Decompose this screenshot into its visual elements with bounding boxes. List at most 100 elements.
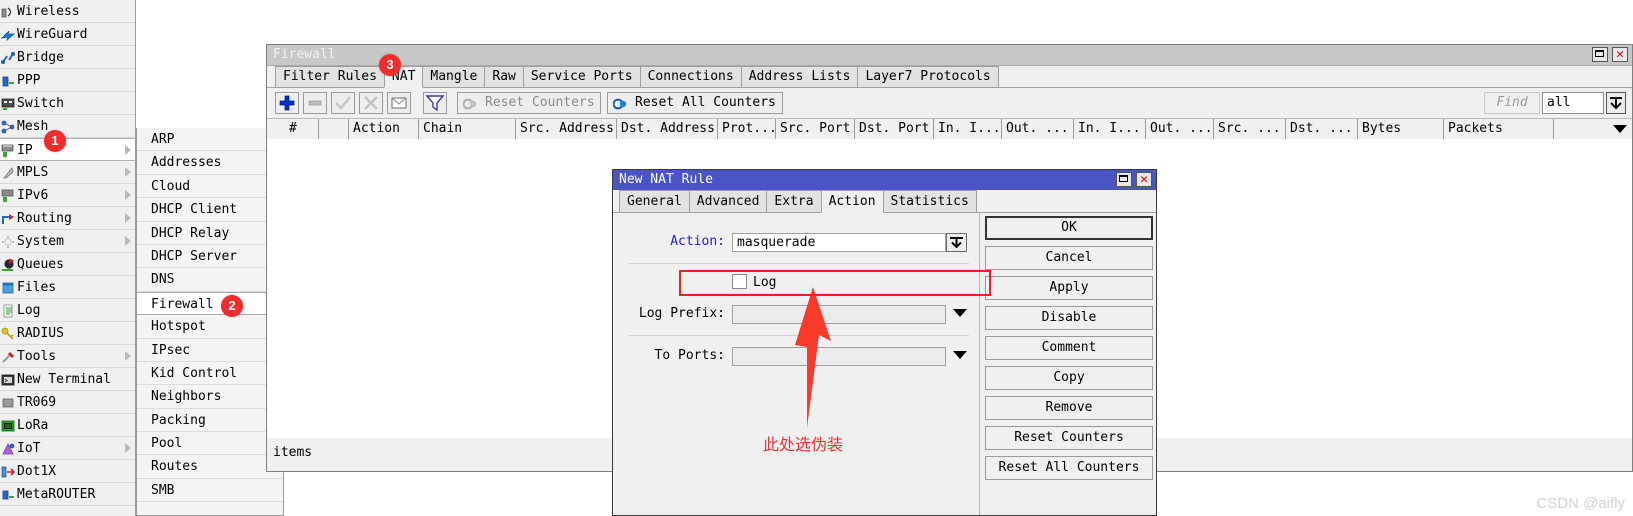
- nat-close-button[interactable]: ✕: [1136, 172, 1152, 187]
- firewall-tab-layer7-protocols[interactable]: Layer7 Protocols: [857, 66, 999, 87]
- column-header[interactable]: Dst. Address: [617, 119, 718, 139]
- firewall-tab-connections[interactable]: Connections: [639, 66, 742, 87]
- nat-tab-statistics[interactable]: Statistics: [882, 190, 977, 212]
- firewall-close-button[interactable]: ✕: [1612, 47, 1628, 62]
- menu-item-radius[interactable]: RADIUS: [0, 322, 135, 345]
- submenu-item-cloud[interactable]: Cloud: [137, 175, 283, 199]
- column-header[interactable]: In. I...: [1074, 119, 1146, 139]
- menu-item-new-terminal[interactable]: New Terminal: [0, 368, 135, 391]
- reset-all-counters-button[interactable]: Reset All Counters: [985, 456, 1153, 480]
- menu-item-ppp[interactable]: PPP: [0, 69, 135, 92]
- column-header[interactable]: Dst. ...: [1286, 119, 1358, 139]
- ok-button[interactable]: OK: [985, 216, 1153, 240]
- log-prefix-dropdown-button[interactable]: [953, 309, 967, 317]
- nat-tab-advanced[interactable]: Advanced: [688, 190, 768, 212]
- menu-item-tr069[interactable]: TR069: [0, 391, 135, 414]
- menu-item-mesh[interactable]: Mesh: [0, 115, 135, 138]
- submenu-item-dhcp-relay[interactable]: DHCP Relay: [137, 222, 283, 245]
- submenu-item-neighbors[interactable]: Neighbors: [137, 385, 283, 409]
- column-header[interactable]: Prot...: [718, 119, 776, 139]
- column-header[interactable]: Dst. Port: [855, 119, 934, 139]
- nat-tab-extra[interactable]: Extra: [766, 190, 822, 212]
- column-header[interactable]: Src. Port: [776, 119, 855, 139]
- log-checkbox[interactable]: [732, 274, 747, 289]
- column-header[interactable]: Bytes: [1358, 119, 1444, 139]
- menu-item-log[interactable]: Log: [0, 299, 135, 322]
- column-header[interactable]: Src. Address: [516, 119, 617, 139]
- action-input[interactable]: masquerade: [732, 233, 946, 252]
- find-input[interactable]: all: [1542, 92, 1604, 114]
- submenu-item-routes[interactable]: Routes: [137, 455, 283, 479]
- submenu-item-dhcp-client[interactable]: DHCP Client: [137, 198, 283, 222]
- column-header[interactable]: Src. ...: [1214, 119, 1286, 139]
- firewall-maximize-button[interactable]: [1592, 47, 1608, 62]
- disable-rule-button[interactable]: [359, 92, 383, 114]
- nat-tab-action[interactable]: Action: [820, 190, 884, 213]
- submenu-item-arp[interactable]: ARP: [137, 128, 283, 152]
- menu-item-iot[interactable]: IoT: [0, 437, 135, 460]
- submenu-item-addresses[interactable]: Addresses: [137, 151, 283, 175]
- firewall-tab-filter-rules[interactable]: Filter Rules: [275, 66, 385, 87]
- add-rule-button[interactable]: [275, 92, 299, 114]
- firewall-tab-service-ports[interactable]: Service Ports: [522, 66, 641, 87]
- menu-item-wireguard[interactable]: WireGuard: [0, 23, 135, 46]
- menu-item-wireless[interactable]: Wireless: [0, 0, 135, 23]
- nat-tab-general[interactable]: General: [619, 190, 690, 212]
- action-dropdown-button[interactable]: [946, 233, 967, 252]
- column-header[interactable]: Action: [349, 119, 419, 139]
- find-filter-dropdown-button[interactable]: [1606, 92, 1626, 114]
- menu-item-routing[interactable]: Routing: [0, 207, 135, 230]
- reset-all-counters-button[interactable]: Reset All Counters: [607, 92, 783, 114]
- column-header[interactable]: Packets: [1444, 119, 1554, 139]
- column-header[interactable]: In. I...: [934, 119, 1002, 139]
- menu-item-queues[interactable]: Queues: [0, 253, 135, 276]
- enable-rule-button[interactable]: [331, 92, 355, 114]
- comment-button[interactable]: Comment: [985, 336, 1153, 360]
- menu-item-ipv6[interactable]: IPv6: [0, 184, 135, 207]
- menu-item-label: TR069: [17, 395, 57, 410]
- to-ports-dropdown-button[interactable]: [953, 351, 967, 359]
- firewall-tab-raw[interactable]: Raw: [484, 66, 524, 87]
- submenu-item-packing[interactable]: Packing: [137, 409, 283, 433]
- column-header[interactable]: [319, 119, 349, 139]
- firewall-tab-address-lists[interactable]: Address Lists: [740, 66, 859, 87]
- menu-item-ip[interactable]: IP: [0, 138, 135, 161]
- remove-button[interactable]: Remove: [985, 396, 1153, 420]
- remove-rule-button[interactable]: [303, 92, 327, 114]
- menu-item-system[interactable]: System: [0, 230, 135, 253]
- menu-item-mpls[interactable]: MPLS: [0, 161, 135, 184]
- submenu-item-firewall[interactable]: Firewall: [137, 291, 283, 316]
- routing-icon: [1, 211, 15, 225]
- comment-button[interactable]: [387, 92, 411, 114]
- column-header[interactable]: #: [285, 119, 319, 139]
- cancel-button[interactable]: Cancel: [985, 246, 1153, 270]
- submenu-item-hotspot[interactable]: Hotspot: [137, 315, 283, 339]
- reset-counters-button[interactable]: Reset Counters: [457, 92, 601, 114]
- submenu-item-ipsec[interactable]: IPsec: [137, 339, 283, 362]
- submenu-arrow-icon: [125, 190, 131, 200]
- column-header[interactable]: Out. ...: [1146, 119, 1214, 139]
- disable-button[interactable]: Disable: [985, 306, 1153, 330]
- submenu-item-dhcp-server[interactable]: DHCP Server: [137, 245, 283, 269]
- menu-item-switch[interactable]: Switch: [0, 92, 135, 115]
- menu-item-tools[interactable]: Tools: [0, 345, 135, 368]
- submenu-item-pool[interactable]: Pool: [137, 432, 283, 456]
- column-chooser-button[interactable]: [1610, 119, 1630, 139]
- filter-button[interactable]: [423, 92, 447, 114]
- menu-item-bridge[interactable]: Bridge: [0, 46, 135, 69]
- submenu-item-smb[interactable]: SMB: [137, 479, 283, 503]
- firewall-tab-mangle[interactable]: Mangle: [422, 66, 486, 87]
- menu-item-files[interactable]: Files: [0, 276, 135, 299]
- submenu-item-dns[interactable]: DNS: [137, 268, 283, 292]
- column-header[interactable]: Out. ...: [1002, 119, 1074, 139]
- apply-button[interactable]: Apply: [985, 276, 1153, 300]
- nat-maximize-button[interactable]: [1116, 172, 1132, 187]
- column-header[interactable]: Chain: [419, 119, 516, 139]
- reset-counters-button[interactable]: Reset Counters: [985, 426, 1153, 450]
- submenu-item-kid-control[interactable]: Kid Control: [137, 362, 283, 386]
- menu-item-lora[interactable]: LoRa: [0, 414, 135, 437]
- submenu-item-label: DNS: [151, 272, 175, 288]
- copy-button[interactable]: Copy: [985, 366, 1153, 390]
- menu-item-metarouter[interactable]: MetaROUTER: [0, 483, 135, 506]
- menu-item-dot1x[interactable]: Dot1X: [0, 460, 135, 483]
